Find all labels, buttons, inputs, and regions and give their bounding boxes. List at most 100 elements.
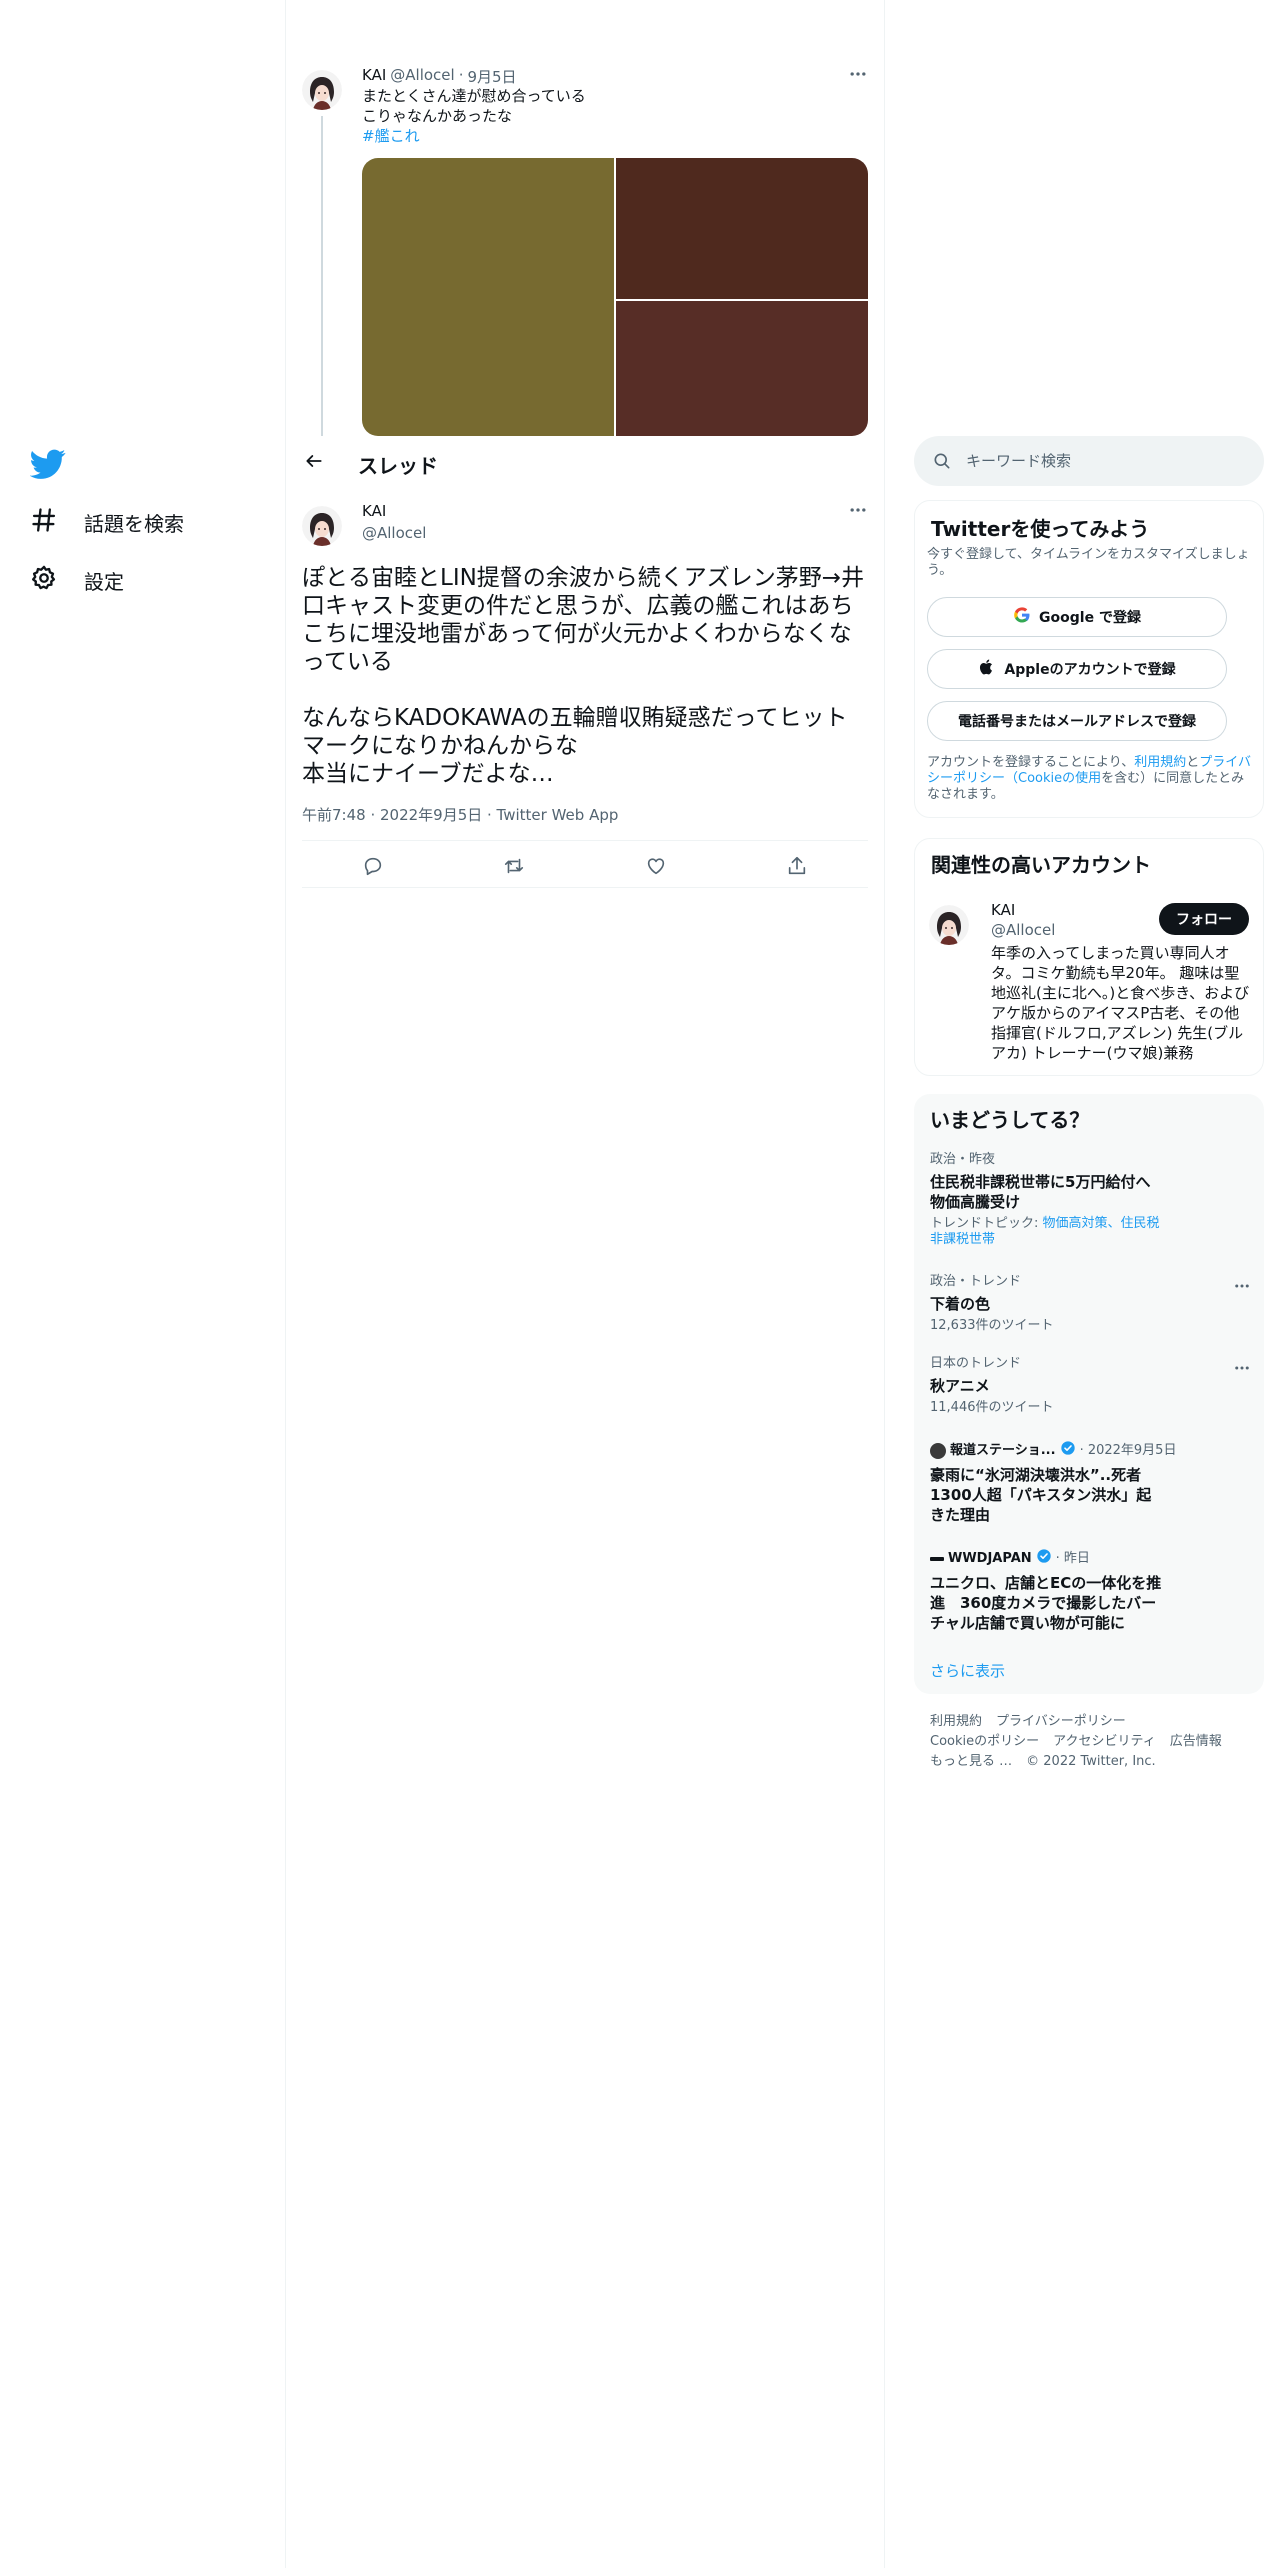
signup-subtitle: 今すぐ登録して、タイムラインをカスタマイズしましょう。 — [927, 547, 1250, 578]
terms-link[interactable]: 利用規約 — [1134, 755, 1186, 770]
related-title: 関連性の高いアカウント — [931, 853, 1151, 877]
footer-link[interactable]: Cookieのポリシー — [930, 1732, 1039, 1752]
tweet-line: またとくさん達が慰め合っている — [362, 87, 586, 105]
related-account-handle[interactable]: @Allocel — [991, 921, 1055, 939]
trend-item[interactable]: 政治・トレンド 下着の色 12,633件のツイート — [930, 1274, 1240, 1334]
author-name[interactable]: KAI — [362, 66, 386, 87]
column-divider-right — [884, 0, 885, 2568]
more-dots-icon — [848, 500, 868, 524]
news-item[interactable]: 報道ステーショ... · 2022年9月5日 豪雨に“氷河湖決壊洪水”..死者1… — [930, 1440, 1240, 1525]
hashtag-icon — [30, 506, 58, 539]
news-source: WWDJAPAN — [948, 1550, 1032, 1566]
verified-icon — [1036, 1548, 1052, 1569]
search-input[interactable] — [966, 446, 1246, 476]
media-image-1[interactable] — [362, 158, 614, 436]
footer-row: Cookieのポリシー アクセシビリティ 広告情報 — [930, 1732, 1250, 1752]
news-source: 報道ステーショ... — [950, 1442, 1056, 1458]
divider — [302, 840, 868, 841]
news-source-icon — [930, 1442, 946, 1459]
legal-prefix: アカウントを登録することにより、 — [927, 755, 1135, 770]
footer-link[interactable]: アクセシビリティ — [1053, 1732, 1156, 1752]
media-image-3[interactable] — [616, 301, 868, 436]
news-header: WWDJAPAN · 昨日 — [930, 1548, 1240, 1569]
cookie-link[interactable]: Cookieの使用 — [1018, 771, 1101, 786]
author-name[interactable]: KAI — [362, 502, 386, 520]
more-options-button[interactable] — [846, 500, 870, 524]
meta-separator: · — [458, 66, 464, 84]
footer-more-link[interactable]: もっと見る … — [930, 1752, 1012, 1772]
page-title: スレッド — [358, 454, 438, 478]
trend-title: 下着の色 — [930, 1295, 991, 1313]
footer-link[interactable]: プライバシーポリシー — [996, 1712, 1126, 1732]
legal-open-paren: （ — [1005, 771, 1019, 786]
trends-title: いまどうしてる？ — [930, 1108, 1090, 1132]
tweet-text: ぽとる宙睦とLIN提督の余波から続くアズレン茅野→井口キャスト変更の件だと思うが… — [302, 565, 865, 787]
parent-tweet[interactable]: KAI @Allocel · 9月5日 またとくさん達が慰め合っている こりゃな… — [286, 58, 884, 488]
like-button[interactable] — [638, 850, 674, 886]
tweet-media-grid — [362, 158, 868, 436]
footer-link[interactable]: 広告情報 — [1170, 1732, 1222, 1752]
trend-item[interactable]: 政治・昨夜 住民税非課税世帯に5万円給付へ 物価高騰受け トレンドトピック: 物… — [930, 1152, 1240, 1248]
heart-icon — [645, 855, 667, 881]
apple-signup-button[interactable]: Appleのアカウントで登録 — [927, 649, 1227, 689]
apple-logo-icon — [978, 658, 996, 680]
related-accounts-card: 関連性の高いアカウント KAI @Allocel フォロー 年季の入ってしまった… — [914, 838, 1264, 1076]
trend-title: 住民税非課税世帯に5万円給付へ 物価高騰受け — [930, 1173, 1151, 1211]
trend-topics: トレンドトピック: 物価高対策、住民税非課税世帯 — [930, 1216, 1170, 1248]
footer: 利用規約 プライバシーポリシー Cookieのポリシー アクセシビリティ 広告情… — [930, 1712, 1250, 1772]
trend-more-button[interactable] — [1230, 1358, 1254, 1382]
reply-icon — [362, 855, 384, 881]
search-bar[interactable] — [914, 436, 1264, 486]
news-header: 報道ステーショ... · 2022年9月5日 — [930, 1440, 1240, 1461]
news-date: · 2022年9月5日 — [1079, 1442, 1177, 1458]
verified-icon — [1060, 1440, 1076, 1461]
author-handle[interactable]: @Allocel — [362, 524, 426, 542]
avatar[interactable] — [302, 70, 342, 110]
copyright: © 2022 Twitter, Inc. — [1026, 1754, 1156, 1769]
signup-title: Twitterを使ってみよう — [931, 517, 1150, 541]
gear-icon — [30, 564, 58, 597]
news-item[interactable]: WWDJAPAN · 昨日 ユニクロ、店舗とECの一体化を推進 360度カメラで… — [930, 1548, 1240, 1633]
google-signup-label: Google で登録 — [1039, 610, 1141, 626]
left-nav: 話題を検索 設定 — [0, 0, 285, 2568]
tweet-text: またとくさん達が慰め合っている こりゃなんかあったな #艦これ — [362, 86, 852, 146]
divider — [302, 887, 868, 888]
avatar[interactable] — [302, 506, 342, 546]
tweet-header: KAI @Allocel · 9月5日 — [362, 66, 517, 87]
trend-context: 政治・昨夜 — [930, 1152, 996, 1167]
trend-count: 11,446件のツイート — [930, 1400, 1054, 1415]
back-button[interactable] — [300, 449, 328, 477]
share-button[interactable] — [779, 850, 815, 886]
show-more-link[interactable]: さらに表示 — [930, 1660, 1005, 1681]
trends-card: いまどうしてる？ 政治・昨夜 住民税非課税世帯に5万円給付へ 物価高騰受け トレ… — [914, 1094, 1264, 1694]
trend-more-button[interactable] — [1230, 1276, 1254, 1300]
thread-connector — [321, 116, 323, 488]
more-options-button[interactable] — [846, 64, 870, 88]
news-date: · 昨日 — [1055, 1550, 1090, 1566]
phone-email-signup-button[interactable]: 電話番号またはメールアドレスで登録 — [927, 701, 1227, 741]
reply-button[interactable] — [355, 850, 391, 886]
arrow-left-icon — [304, 451, 324, 475]
google-signup-button[interactable]: Google で登録 — [927, 597, 1227, 637]
media-image-2[interactable] — [616, 158, 868, 299]
nav-settings[interactable]: 設定 — [30, 560, 124, 600]
news-title: ユニクロ、店舗とECの一体化を推進 360度カメラで撮影したバーチャル店舗で買い… — [930, 1574, 1162, 1632]
more-dots-icon — [1233, 1277, 1251, 1299]
related-account-name[interactable]: KAI — [991, 901, 1015, 919]
right-sidebar: Twitterを使ってみよう 今すぐ登録して、タイムラインをカスタマイズしましょ… — [914, 0, 1264, 2568]
footer-row: もっと見る … © 2022 Twitter, Inc. — [930, 1752, 1250, 1772]
retweet-button[interactable] — [496, 850, 532, 886]
avatar[interactable] — [929, 905, 969, 945]
tweet-date[interactable]: 9月5日 — [467, 66, 516, 87]
nav-explore[interactable]: 話題を検索 — [30, 502, 184, 542]
apple-signup-label: Appleのアカウントで登録 — [1004, 662, 1176, 678]
follow-button[interactable]: フォロー — [1159, 903, 1249, 935]
tweet-timestamp[interactable]: 午前7:48 · 2022年9月5日 · Twitter Web App — [302, 804, 618, 825]
trend-item[interactable]: 日本のトレンド 秋アニメ 11,446件のツイート — [930, 1356, 1240, 1416]
author-handle[interactable]: @Allocel — [390, 66, 454, 87]
hashtag-link[interactable]: #艦これ — [362, 126, 852, 146]
phone-email-signup-label: 電話番号またはメールアドレスで登録 — [958, 714, 1196, 730]
footer-row: 利用規約 プライバシーポリシー — [930, 1712, 1250, 1732]
footer-link[interactable]: 利用規約 — [930, 1712, 982, 1732]
twitter-logo-icon[interactable] — [29, 446, 66, 482]
